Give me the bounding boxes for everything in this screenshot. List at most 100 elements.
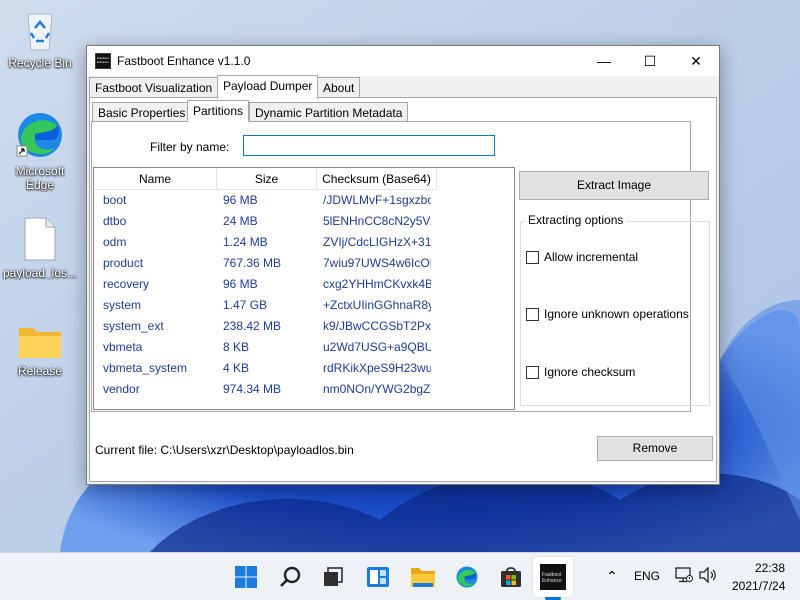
partition-name-cell: recovery [103, 277, 150, 291]
partition-size-cell: 96 MB [223, 277, 258, 291]
close-button[interactable]: ✕ [673, 46, 719, 76]
checkbox-label: Ignore checksum [544, 365, 636, 379]
partition-checksum-cell: nm0NOn/YWG2bgZ( [323, 382, 431, 396]
table-row[interactable]: vendor 974.34 MB nm0NOn/YWG2bgZ( [94, 379, 514, 400]
search-button[interactable] [274, 561, 306, 593]
partition-name-cell: product [103, 256, 144, 270]
network-status-button[interactable] [675, 567, 693, 586]
partition-list[interactable]: Name Size Checksum (Base64) boot 96 MB/JD… [93, 167, 515, 410]
widgets-button[interactable] [362, 561, 394, 593]
desktop-icon-recycle-bin[interactable]: Recycle Bin [2, 8, 78, 70]
table-row[interactable]: vbmeta_system 4 KB rdRKikXpeS9H23wu7 [94, 358, 514, 379]
maximize-button[interactable]: ☐ [627, 46, 673, 76]
table-row[interactable]: system_ext 238.42 MB k9/JBwCCGSbT2PxK/ [94, 316, 514, 337]
tab-label: Dynamic Partition Metadata [255, 106, 403, 120]
partition-checksum-cell: rdRKikXpeS9H23wu7 [323, 361, 431, 375]
partition-name-cell: system_ext [103, 319, 164, 333]
column-header-name[interactable]: Name [94, 168, 217, 190]
clock-time[interactable]: 22:38 [755, 561, 785, 575]
start-icon [235, 566, 257, 588]
store-icon [501, 567, 521, 587]
desktop-icon-release-folder[interactable]: Release [2, 322, 78, 378]
taskbar: Fastboot Enhance ⌃ ENG 22:38 2021/7/24 [0, 552, 800, 600]
partition-size-cell: 96 MB [223, 193, 258, 207]
table-row[interactable]: boot 96 MB/JDWLMvF+1sgxzbo [94, 190, 514, 211]
checkbox-label: Ignore unknown operations [544, 307, 689, 321]
desktop-icon-payload-file[interactable]: payload_los... [2, 216, 78, 280]
store-button[interactable] [495, 561, 527, 593]
tab-about[interactable]: About [317, 77, 361, 99]
start-button[interactable] [230, 561, 262, 593]
file-explorer-button[interactable] [407, 561, 439, 593]
volume-button[interactable] [699, 566, 717, 586]
partition-checksum-cell: cxg2YHHmCKvxk4BU [323, 277, 431, 291]
subtab-basic-properties[interactable]: Basic Properties [92, 102, 192, 123]
partition-size-cell: 767.36 MB [223, 256, 282, 270]
tab-label: Partitions [193, 104, 244, 118]
desktop-icon-label: Microsoft Edge [15, 164, 65, 192]
partition-checksum-cell: 7wiu97UWS4w6IcOE [323, 256, 431, 270]
tab-label: Fastboot Visualization [95, 81, 213, 95]
filter-label: Filter by name: [150, 140, 230, 154]
input-language-indicator[interactable]: ENG [634, 569, 660, 583]
task-view-button[interactable] [317, 561, 349, 593]
list-header: Name Size Checksum (Base64) [94, 168, 514, 190]
tab-payload-dumper[interactable]: Payload Dumper [217, 75, 319, 99]
file-explorer-icon [411, 568, 435, 587]
recycle-bin-icon [27, 13, 53, 51]
partition-size-cell: 1.24 MB [223, 235, 268, 249]
minimize-button[interactable]: — [581, 46, 627, 76]
edge-taskbar-button[interactable] [451, 561, 483, 593]
subtab-partitions[interactable]: Partitions [187, 100, 250, 122]
remove-button[interactable]: Remove [597, 436, 713, 461]
extract-image-button[interactable]: Extract Image [519, 171, 709, 200]
table-row[interactable]: product 767.36 MB 7wiu97UWS4w6IcOE [94, 253, 514, 274]
title-bar[interactable]: Fastboot Enhance Fastboot Enhance v1.1.0… [87, 46, 719, 76]
fastboot-enhance-icon: Fastboot Enhance [540, 564, 566, 590]
partition-size-cell: 8 KB [223, 340, 250, 354]
table-row[interactable]: system 1.47 GB +ZctxUIinGGhnaR8y [94, 295, 514, 316]
table-row[interactable]: recovery 96 MB cxg2YHHmCKvxk4BU [94, 274, 514, 295]
search-icon [280, 566, 301, 587]
partition-checksum-cell: 5lENHnCC8cN2y5V/ [323, 214, 431, 228]
partition-name-cell: odm [103, 235, 127, 249]
task-view-icon [324, 567, 343, 586]
checkbox-label: Allow incremental [544, 250, 639, 264]
clock-date[interactable]: 2021/7/24 [732, 579, 785, 593]
desktop-icon-edge[interactable]: Microsoft Edge [2, 110, 78, 192]
subtab-dynamic-partition-metadata[interactable]: Dynamic Partition Metadata [249, 102, 409, 123]
ignore-checksum-checkbox[interactable] [526, 366, 539, 379]
partition-checksum-cell: /JDWLMvF+1sgxzbo [323, 193, 431, 207]
filter-input[interactable] [243, 135, 495, 156]
tab-label: About [323, 81, 355, 95]
current-file-label: Current file: C:\Users\xzr\Desktop\paylo… [95, 443, 354, 457]
desktop-icon-label: payload_los... [2, 266, 78, 280]
tab-fastboot-visualization[interactable]: Fastboot Visualization [89, 77, 219, 99]
partition-checksum-cell: u2Wd7USG+a9QBUf [323, 340, 431, 354]
partition-name-cell: vbmeta_system [103, 361, 188, 375]
partition-checksum-cell: ZVIj/CdcLIGHzX+31k [323, 235, 431, 249]
partition-name-cell: system [103, 298, 142, 312]
column-header-size[interactable]: Size [217, 168, 317, 190]
desktop-icon-label: Release [17, 364, 63, 378]
table-row[interactable]: vbmeta 8 KB u2Wd7USG+a9QBUf [94, 337, 514, 358]
network-icon [675, 567, 693, 583]
partition-size-cell: 4 KB [223, 361, 250, 375]
fastboot-enhance-icon-wrap: Fastboot Enhance [537, 561, 569, 593]
maximize-icon: ☐ [643, 52, 657, 69]
close-icon: ✕ [690, 52, 702, 69]
partition-name-cell: vendor [103, 382, 140, 396]
table-row[interactable]: dtbo 24 MB 5lENHnCC8cN2y5V/ [94, 211, 514, 232]
edge-icon [16, 113, 62, 157]
show-hidden-icons-button[interactable]: ⌃ [606, 568, 618, 585]
table-row[interactable]: odm 1.24 MB ZVIj/CdcLIGHzX+31k [94, 232, 514, 253]
window-title: Fastboot Enhance v1.1.0 [117, 54, 251, 68]
allow-incremental-checkbox[interactable] [526, 251, 539, 264]
extracting-options-title: Extracting options [525, 213, 627, 227]
partition-size-cell: 1.47 GB [223, 298, 268, 312]
column-header-checksum[interactable]: Checksum (Base64) [317, 168, 437, 190]
chevron-up-icon: ⌃ [606, 568, 618, 584]
ignore-unknown-operations-checkbox[interactable] [526, 308, 539, 321]
partition-name-cell: dtbo [103, 214, 127, 228]
edge-icon [456, 566, 478, 588]
